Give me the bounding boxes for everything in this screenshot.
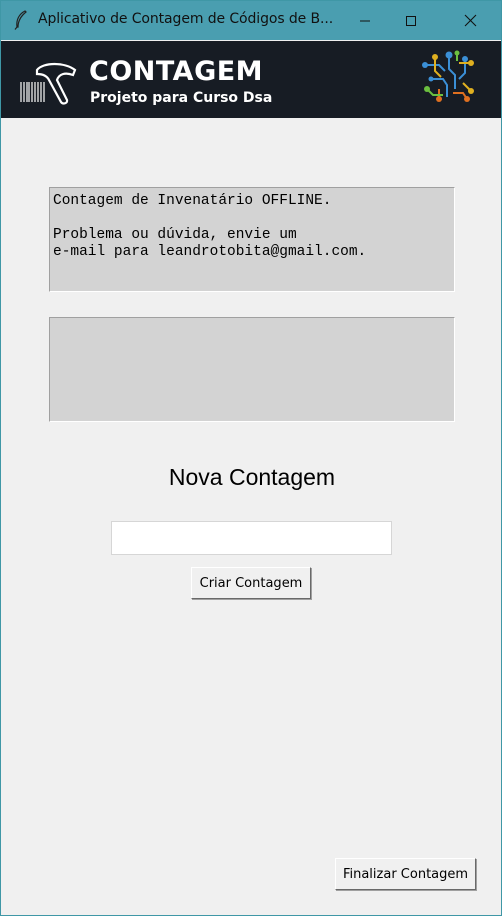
feather-icon	[14, 10, 27, 30]
maximize-icon	[406, 15, 416, 26]
create-count-button[interactable]: Criar Contagem	[191, 567, 311, 599]
app-window: Aplicativo de Contagem de Códigos de B..…	[0, 0, 502, 916]
finish-count-button[interactable]: Finalizar Contagem	[335, 858, 476, 890]
minimize-icon	[360, 20, 370, 21]
minimize-button[interactable]	[342, 1, 388, 40]
count-name-input[interactable]	[111, 521, 392, 555]
window-title: Aplicativo de Contagem de Códigos de B..…	[38, 11, 334, 27]
info-textbox[interactable]: Contagem de Invenatário OFFLINE. Problem…	[49, 187, 455, 292]
nova-contagem-heading: Nova Contagem	[168, 464, 336, 490]
banner-title: CONTAGEM	[89, 56, 264, 87]
barcode-scanner-icon	[20, 62, 77, 105]
close-icon	[464, 14, 476, 27]
output-textbox[interactable]	[49, 317, 455, 422]
circuit-icon	[422, 50, 474, 102]
banner-subtitle: Projeto para Curso Dsa	[90, 90, 273, 106]
title-bar[interactable]: Aplicativo de Contagem de Códigos de B..…	[1, 1, 501, 40]
info-text: Contagem de Invenatário OFFLINE. Problem…	[53, 193, 367, 260]
close-button[interactable]	[447, 1, 493, 40]
maximize-button[interactable]	[388, 1, 434, 40]
